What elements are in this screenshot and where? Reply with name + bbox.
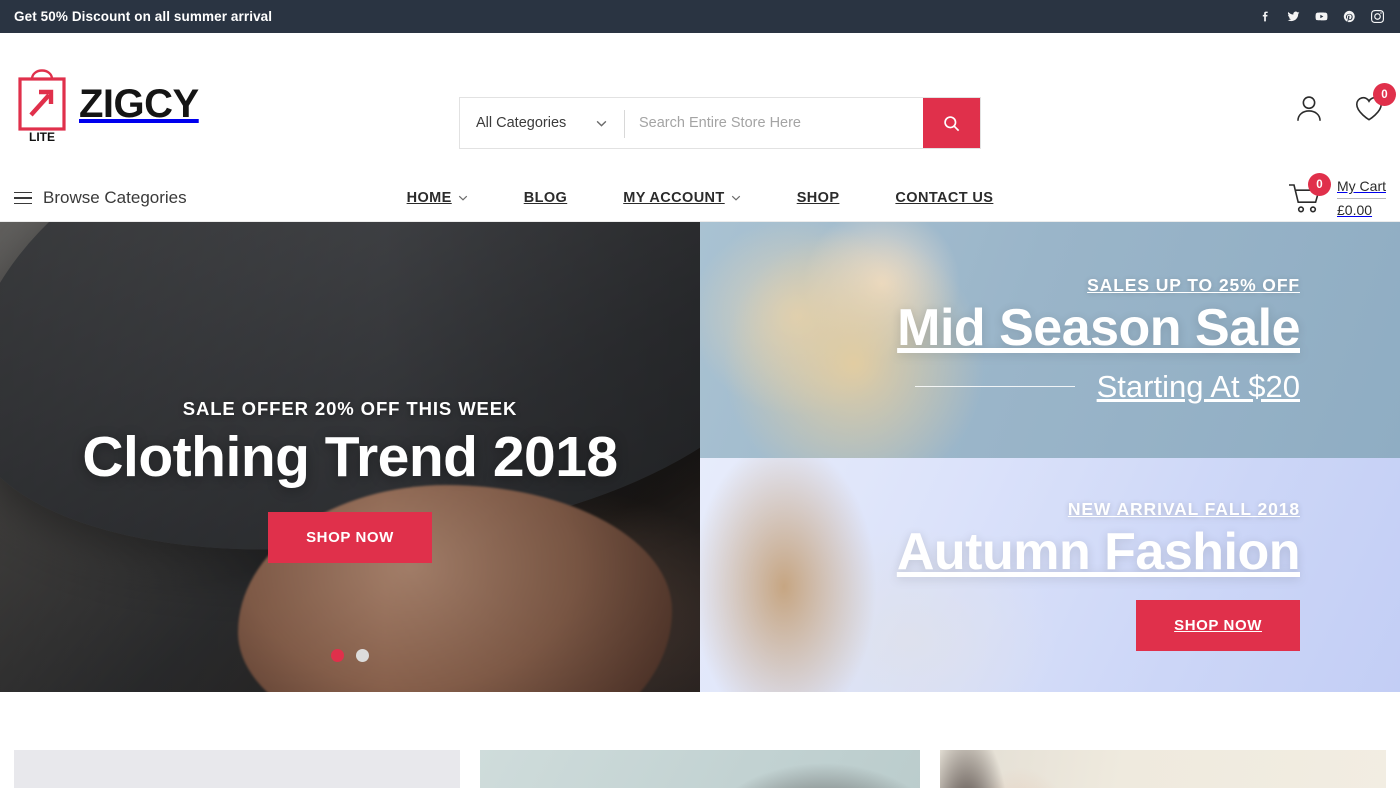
banner-top-subtitle: Starting At $20 bbox=[1096, 368, 1300, 404]
promo-tiles-row bbox=[0, 692, 1400, 788]
wishlist-count-badge: 0 bbox=[1373, 83, 1396, 106]
social-links bbox=[1259, 10, 1384, 23]
banner-top-content: SALES UP TO 25% OFF Mid Season Sale Star… bbox=[700, 275, 1300, 404]
hero-carousel: SALE OFFER 20% OFF THIS WEEK Clothing Tr… bbox=[0, 222, 700, 692]
nav-item-contact-us[interactable]: CONTACT US bbox=[895, 190, 993, 206]
promo-tile-3-image bbox=[940, 750, 1386, 788]
logo-lite-text: LITE bbox=[29, 130, 55, 143]
top-announcement-bar: Get 50% Discount on all summer arrival bbox=[0, 0, 1400, 33]
main-navigation: Browse Categories HOME BLOG MY ACCOUNT S… bbox=[0, 173, 1400, 222]
banner-mid-season-sale[interactable]: SALES UP TO 25% OFF Mid Season Sale Star… bbox=[700, 222, 1400, 458]
banner-top-kicker: SALES UP TO 25% OFF bbox=[1087, 275, 1300, 296]
banner-top-subtitle-row: Starting At $20 bbox=[700, 369, 1300, 405]
wishlist-button[interactable]: 0 bbox=[1352, 83, 1396, 125]
shopping-cart-icon: 0 bbox=[1287, 173, 1331, 214]
search-button[interactable] bbox=[923, 98, 980, 148]
cart-title: My Cart bbox=[1337, 176, 1386, 199]
hamburger-menu-icon bbox=[14, 191, 32, 205]
promo-tile-1[interactable] bbox=[14, 750, 460, 788]
search-bar: All Categories bbox=[459, 97, 981, 149]
cart-count-badge: 0 bbox=[1308, 173, 1331, 196]
pinterest-icon[interactable] bbox=[1343, 10, 1356, 23]
cart-summary: My Cart £0.00 bbox=[1337, 176, 1386, 220]
search-input[interactable] bbox=[625, 98, 923, 148]
nav-item-shop-label: SHOP bbox=[796, 190, 840, 206]
banner-bottom-kicker: NEW ARRIVAL FALL 2018 bbox=[1067, 498, 1300, 519]
site-logo[interactable]: LITE ZIGCY bbox=[14, 65, 199, 144]
banner-bottom-title: Autumn Fashion bbox=[896, 522, 1301, 581]
nav-item-home[interactable]: HOME bbox=[407, 190, 468, 206]
banner-bottom-content: NEW ARRIVAL FALL 2018 Autumn Fashion SHO… bbox=[700, 498, 1301, 652]
banner-autumn-fashion[interactable]: NEW ARRIVAL FALL 2018 Autumn Fashion SHO… bbox=[700, 458, 1400, 692]
shopping-bag-logo-icon: LITE bbox=[14, 65, 70, 144]
nav-item-blog[interactable]: BLOG bbox=[524, 190, 568, 206]
nav-item-my-account-label: MY ACCOUNT bbox=[623, 190, 725, 206]
chevron-down-icon bbox=[731, 195, 740, 201]
nav-item-blog-label: BLOG bbox=[523, 190, 568, 206]
nav-item-my-account[interactable]: MY ACCOUNT bbox=[623, 190, 740, 206]
hero-kicker: SALE OFFER 20% OFF THIS WEEK bbox=[182, 398, 518, 419]
promo-tile-2[interactable] bbox=[480, 750, 920, 788]
promo-tile-3[interactable] bbox=[940, 750, 1386, 788]
logo-wordmark: ZIGCY bbox=[79, 82, 199, 126]
promo-tile-2-image bbox=[480, 750, 920, 788]
hero-side-banners: SALES UP TO 25% OFF Mid Season Sale Star… bbox=[700, 222, 1400, 692]
youtube-icon[interactable] bbox=[1315, 10, 1328, 23]
nav-menu: HOME BLOG MY ACCOUNT SHOP CONTACT US bbox=[0, 190, 1400, 206]
browse-categories-button[interactable]: Browse Categories bbox=[14, 188, 187, 208]
browse-categories-label: Browse Categories bbox=[43, 188, 187, 207]
carousel-dots bbox=[0, 649, 700, 662]
hero-title: Clothing Trend 2018 bbox=[82, 425, 618, 489]
promo-announcement-text: Get 50% Discount on all summer arrival bbox=[14, 9, 273, 24]
category-select[interactable]: All Categories bbox=[460, 98, 625, 148]
hero-slide-content: SALE OFFER 20% OFF THIS WEEK Clothing Tr… bbox=[0, 398, 700, 563]
twitter-icon[interactable] bbox=[1287, 10, 1300, 23]
category-select-label: All Categories bbox=[476, 115, 567, 131]
banner-bottom-button-row: SHOP NOW bbox=[700, 600, 1300, 652]
carousel-dot-1[interactable] bbox=[331, 649, 344, 662]
site-header: LITE ZIGCY All Categories 0 bbox=[0, 33, 1400, 175]
header-actions: 0 bbox=[1292, 83, 1396, 125]
nav-item-home-label: HOME bbox=[406, 190, 452, 206]
search-icon bbox=[944, 115, 960, 131]
facebook-icon[interactable] bbox=[1259, 10, 1272, 23]
nav-item-shop[interactable]: SHOP bbox=[797, 190, 840, 206]
nav-item-contact-us-label: CONTACT US bbox=[895, 190, 994, 206]
carousel-dot-2[interactable] bbox=[356, 649, 369, 662]
chevron-down-icon bbox=[596, 120, 607, 127]
chevron-down-icon bbox=[458, 195, 467, 201]
hero-section: SALE OFFER 20% OFF THIS WEEK Clothing Tr… bbox=[0, 222, 1400, 692]
user-account-icon[interactable] bbox=[1292, 91, 1326, 125]
instagram-icon[interactable] bbox=[1371, 10, 1384, 23]
banner-top-title: Mid Season Sale bbox=[897, 299, 1300, 358]
hero-shop-now-button[interactable]: SHOP NOW bbox=[268, 511, 432, 563]
cart-total: £0.00 bbox=[1337, 201, 1373, 218]
banner-shop-now-button[interactable]: SHOP NOW bbox=[1136, 600, 1300, 652]
cart-button[interactable]: 0 My Cart £0.00 bbox=[1287, 173, 1386, 220]
banner-divider-rule bbox=[914, 385, 1075, 388]
